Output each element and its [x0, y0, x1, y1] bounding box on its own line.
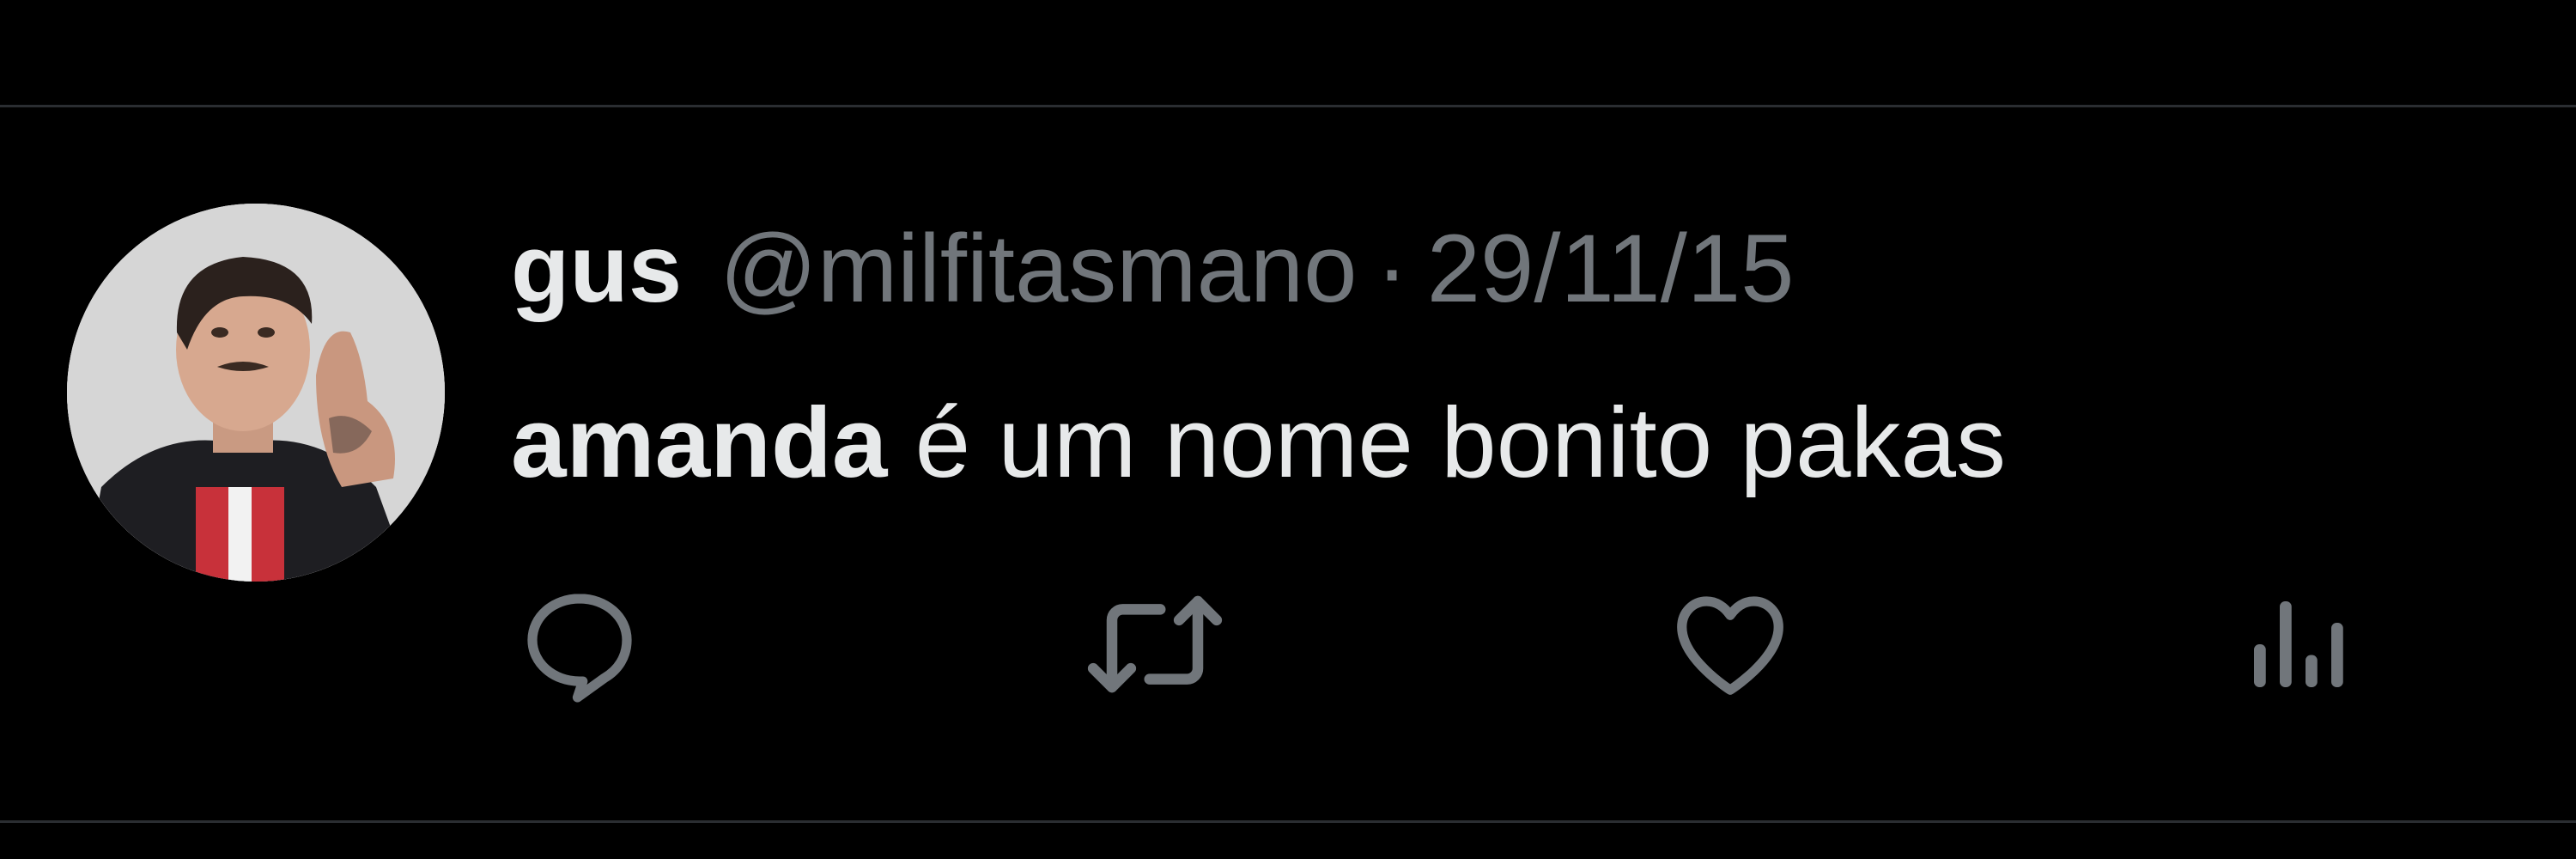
tweet-header: gus @milfitasmano · 29/11/15 — [511, 213, 1794, 325]
avatar[interactable] — [67, 204, 445, 582]
reply-button[interactable] — [507, 584, 653, 704]
tweet-date[interactable]: 29/11/15 — [1427, 213, 1795, 325]
like-button[interactable] — [1657, 584, 1803, 704]
retweet-icon — [1087, 595, 1223, 693]
bottom-divider — [0, 820, 2576, 823]
tweet-text: amanda é um nome bonito pakas — [511, 387, 2006, 498]
tweet-text-bold: amanda — [511, 387, 888, 498]
avatar-photo — [67, 204, 445, 582]
display-name[interactable]: gus — [511, 213, 682, 325]
views-icon — [2254, 601, 2343, 687]
heart-icon — [1677, 596, 1783, 695]
separator-dot: · — [1376, 215, 1408, 322]
tweet-text-rest: é um nome bonito pakas — [887, 387, 2006, 498]
reply-icon — [527, 594, 632, 703]
top-divider — [0, 105, 2576, 107]
user-handle[interactable]: @milfitasmano — [720, 213, 1357, 325]
views-button[interactable] — [2224, 584, 2370, 704]
retweet-button[interactable] — [1082, 584, 1228, 704]
